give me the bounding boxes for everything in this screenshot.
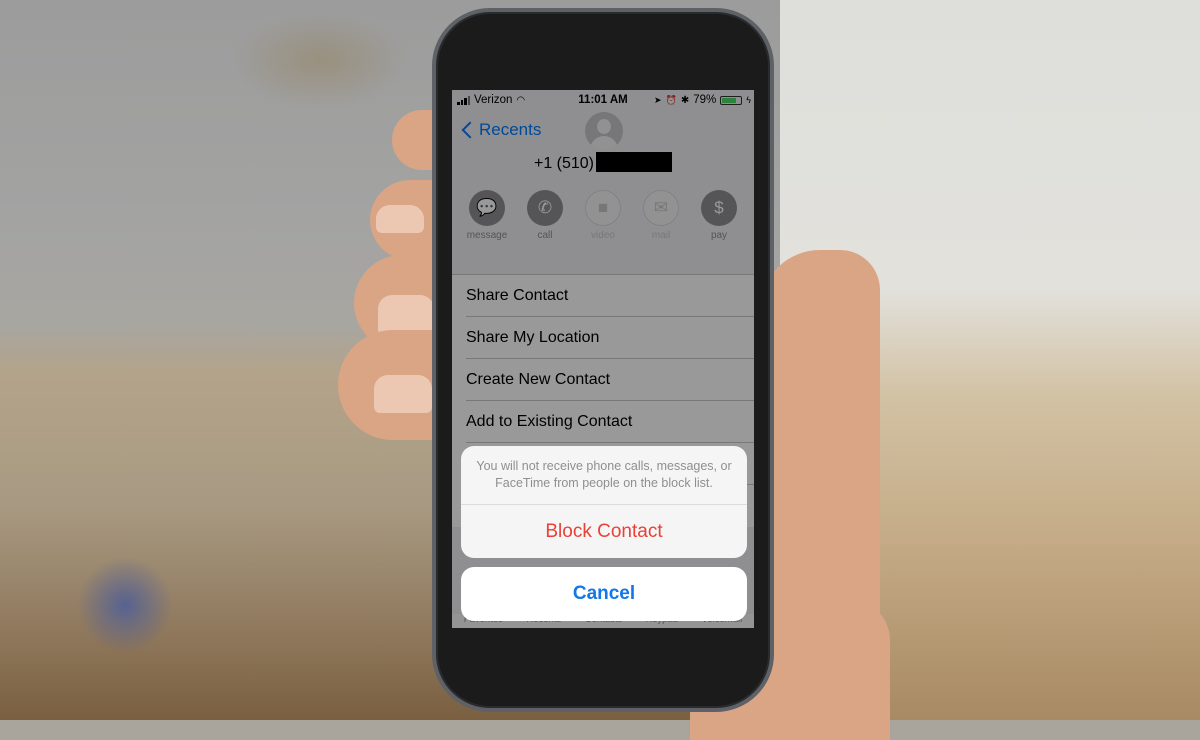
action-label: message — [466, 230, 508, 241]
mail-icon: ✉ — [643, 190, 679, 226]
action-sheet: You will not receive phone calls, messag… — [461, 446, 747, 558]
contact-avatar — [585, 112, 623, 150]
phone-prefix: +1 (510) — [533, 155, 595, 172]
alarm-icon: ⏰ — [665, 94, 677, 105]
action-label: call — [537, 230, 553, 241]
charging-icon: ϟ — [746, 95, 751, 105]
fingernail — [374, 375, 432, 413]
contact-phone-number: +1 (510) — [452, 152, 754, 173]
action-mail: ✉ mail — [633, 190, 689, 241]
block-contact-label: Block Contact — [545, 521, 663, 542]
location-icon: ➤ — [654, 94, 662, 105]
battery-percent: 79% — [693, 94, 717, 106]
action-call[interactable]: ✆ call — [517, 190, 573, 241]
redaction-box — [596, 152, 673, 172]
block-contact-button[interactable]: Block Contact — [461, 505, 747, 558]
status-bar: Verizon ◠ 11:01 AM ➤ ⏰ ✱ 79% ϟ — [452, 90, 754, 110]
action-label: mail — [651, 230, 671, 241]
list-item-add-existing[interactable]: Add to Existing Contact — [452, 401, 754, 443]
list-item-share-location[interactable]: Share My Location — [452, 317, 754, 359]
battery-icon — [720, 95, 743, 105]
phone-icon: ✆ — [527, 190, 563, 226]
video-icon: ■ — [585, 190, 621, 226]
back-button[interactable]: Recents — [460, 120, 541, 140]
back-label: Recents — [479, 120, 542, 139]
cancel-label: Cancel — [572, 583, 636, 604]
contact-actions: 💬 message ✆ call ■ video ✉ mail $ pay — [452, 190, 754, 241]
action-sheet-message: You will not receive phone calls, messag… — [461, 446, 747, 505]
phone-screen: Verizon ◠ 11:01 AM ➤ ⏰ ✱ 79% ϟ Recents +… — [452, 90, 754, 628]
action-label: pay — [710, 230, 728, 241]
bluetooth-icon: ✱ — [680, 94, 690, 106]
chevron-left-icon — [461, 121, 479, 139]
cancel-button[interactable]: Cancel — [461, 567, 747, 621]
dollar-icon: $ — [701, 190, 737, 226]
action-label: video — [591, 230, 615, 241]
list-item-share-contact[interactable]: Share Contact — [452, 275, 754, 317]
message-icon: 💬 — [469, 190, 505, 226]
action-video: ■ video — [575, 190, 631, 241]
fingernail — [376, 205, 424, 233]
action-pay[interactable]: $ pay — [691, 190, 747, 241]
action-message[interactable]: 💬 message — [459, 190, 515, 241]
fingernail — [378, 295, 434, 335]
list-item-create-contact[interactable]: Create New Contact — [452, 359, 754, 401]
